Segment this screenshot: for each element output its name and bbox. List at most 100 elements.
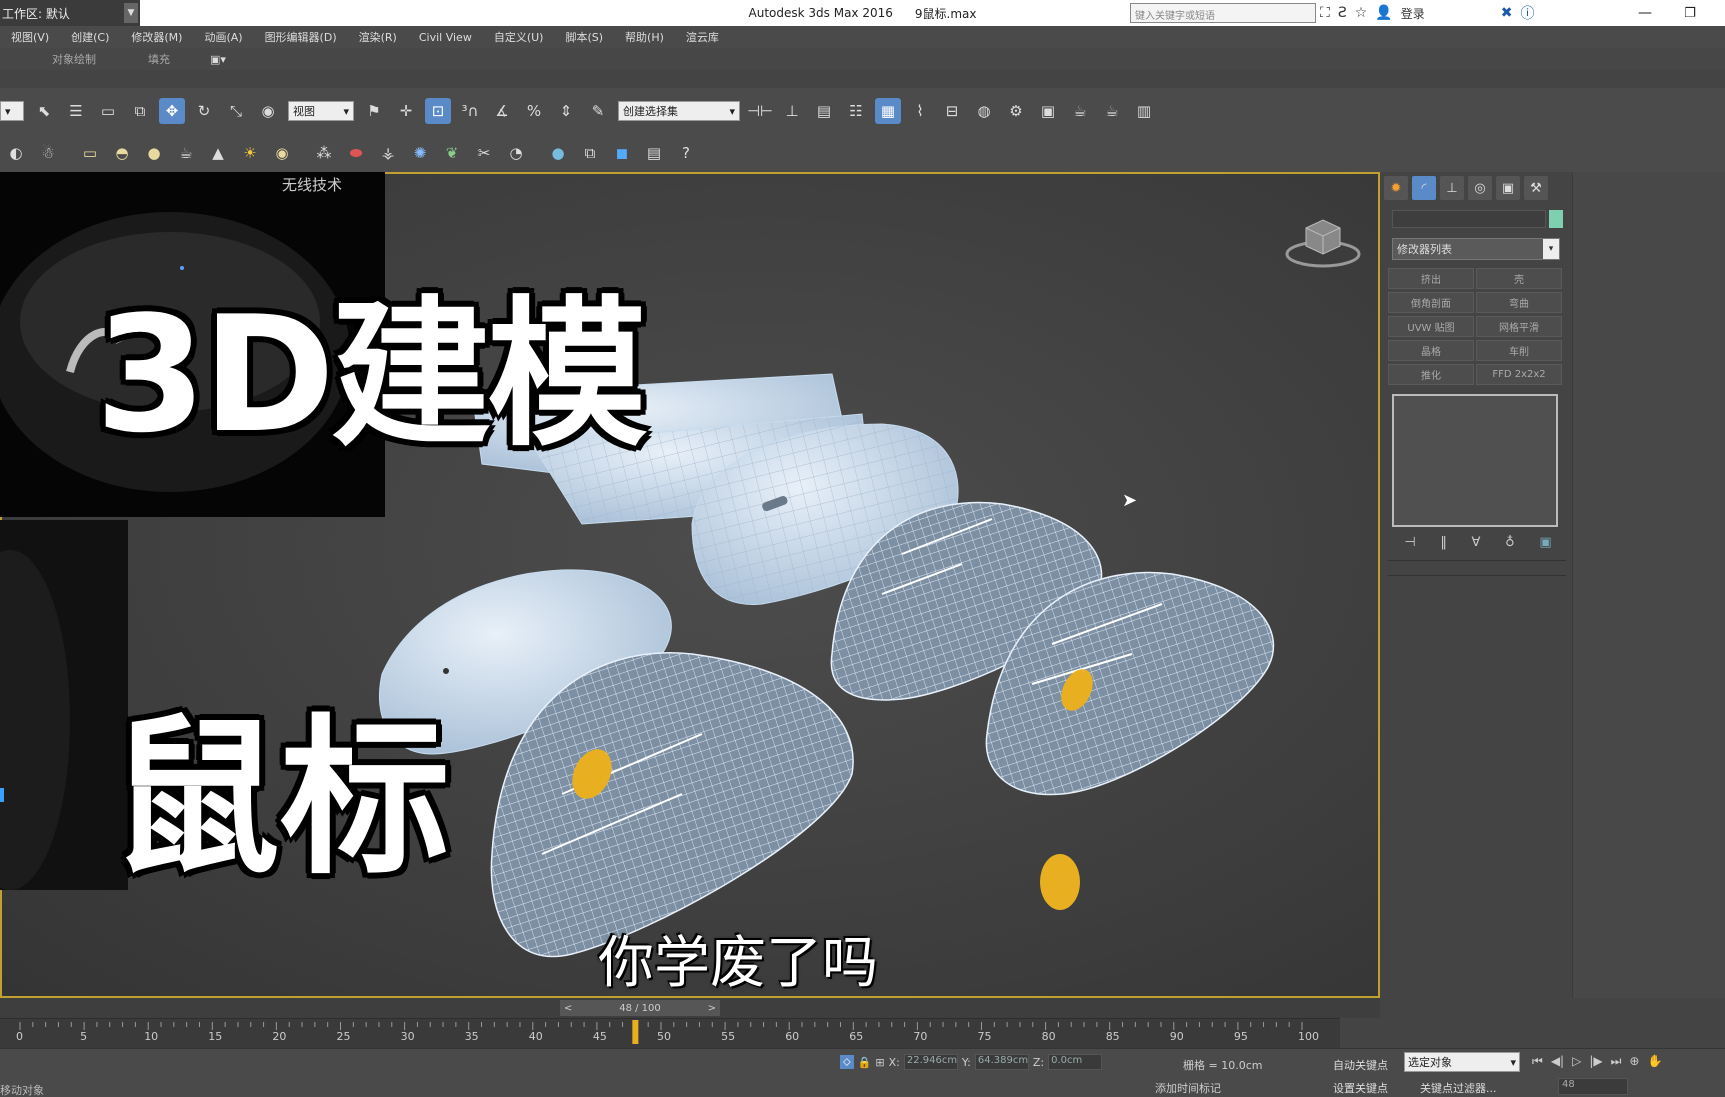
star-icon[interactable]: ☆ [1355,5,1368,21]
particles-icon[interactable]: ✺ [407,140,433,166]
current-frame-field[interactable]: 48 [1558,1078,1628,1095]
sun-icon[interactable]: ☀ [237,140,263,166]
helix-icon[interactable]: ◐ [3,140,29,166]
next-frame-icon[interactable]: |▶ [1589,1054,1602,1069]
edit-named-selection-icon[interactable]: ✎ [585,98,611,124]
placement-icon[interactable]: ◉ [255,98,281,124]
modifier-push-button[interactable]: 推化 [1388,364,1474,385]
restore-button[interactable]: ❐ [1675,0,1705,26]
align-icon[interactable]: ⊥ [779,98,805,124]
key-selection-dropdown[interactable]: 选定对象 ▾ [1404,1052,1520,1072]
modifier-bend-button[interactable]: 弯曲 [1476,292,1562,313]
chevron-right-icon[interactable]: > [708,1003,716,1014]
menu-help[interactable]: 帮助(H) [614,29,675,45]
key-filters-button[interactable]: 关键点过滤器... [1420,1080,1497,1096]
menu-rendering[interactable]: 渲染(R) [348,29,408,45]
isolate-icon[interactable]: ⬦ [840,1055,854,1069]
view-cube[interactable] [1284,210,1362,270]
configure-modifier-icon[interactable]: ▣ [1539,535,1551,550]
object-name-field[interactable] [1392,210,1546,228]
modifier-extrude-button[interactable]: 挤出 [1388,268,1474,289]
display-tab-icon[interactable]: ▣ [1496,176,1520,200]
make-unique-icon[interactable]: ∀ [1472,535,1481,550]
render-production-icon[interactable]: ☕ [1099,98,1125,124]
graphite-toolset-icon[interactable]: ▦ [875,98,901,124]
menu-graph-editors[interactable]: 图形编辑器(D) [254,29,348,45]
create-tab-icon[interactable]: ✹ [1384,176,1408,200]
exchange-icon[interactable]: ✖ [1501,5,1513,21]
stack-icon[interactable]: ▤ [641,140,667,166]
menu-view[interactable]: 视图(V) [0,29,60,45]
select-manipulate-icon[interactable]: ✛ [393,98,419,124]
modifier-shell-button[interactable]: 壳 [1476,268,1562,289]
menu-customize[interactable]: 自定义(U) [483,29,555,45]
cloth-icon[interactable]: ◔ [503,140,529,166]
reference-coordinate-dropdown[interactable]: 视图 ▾ [288,101,354,121]
bones-icon[interactable]: ⚶ [375,140,401,166]
modifier-lathe-button[interactable]: 车削 [1476,340,1562,361]
zoom-extents-icon[interactable]: ⊕ [1629,1054,1639,1069]
lock-icon[interactable]: 🔒 [858,1056,872,1069]
select-by-name-icon[interactable]: ☰ [63,98,89,124]
modifier-uvw-map-button[interactable]: UVW 贴图 [1388,316,1474,337]
modifier-stack[interactable] [1392,394,1558,527]
hierarchy-tab-icon[interactable]: ⊥ [1440,176,1464,200]
hemisphere-icon[interactable]: ◓ [109,140,135,166]
globe-icon[interactable]: ● [545,140,571,166]
hair-icon[interactable]: ⁂ [311,140,337,166]
menu-create[interactable]: 创建(C) [60,29,120,45]
binoculars-icon[interactable]: ⛶ [1320,5,1330,21]
cone-icon[interactable]: ▲ [205,140,231,166]
modifier-bevel-profile-button[interactable]: 倒角剖面 [1388,292,1474,313]
user-icon[interactable]: 👤 [1375,5,1392,21]
foliage-icon[interactable]: ❦ [439,140,465,166]
ribbon-toggle-icon[interactable]: ▣▾ [210,53,226,66]
play-icon[interactable]: ▷ [1572,1054,1581,1069]
menu-civil-view[interactable]: Civil View [408,31,483,44]
y-coordinate-field[interactable]: 64.389cm [974,1054,1029,1070]
pin-stack-icon[interactable]: ⊣ [1404,535,1415,550]
z-coordinate-field[interactable]: 0.0cm [1048,1054,1103,1070]
snap-toggle-icon[interactable]: ³∩ [457,98,483,124]
motion-tab-icon[interactable]: ◎ [1468,176,1492,200]
search-input[interactable]: 键入关键字或短语 [1130,3,1316,23]
rect-selection-icon[interactable]: ▭ [95,98,121,124]
help-icon[interactable]: ⓘ [1520,3,1534,23]
time-slider-handle[interactable]: < 48 / 100 > [560,1000,720,1016]
ribbon-fill[interactable]: 填充 [148,51,170,67]
modifier-ffd-button[interactable]: FFD 2x2x2 [1476,364,1562,385]
menu-modifiers[interactable]: 修改器(M) [120,29,193,45]
modify-tab-icon[interactable]: ◜ [1412,176,1436,200]
auto-key-button[interactable]: 自动关键点 [1333,1057,1388,1073]
sphere-icon[interactable]: ● [141,140,167,166]
rendered-frame-icon[interactable]: ▣ [1035,98,1061,124]
go-to-end-icon[interactable]: ⏭ [1611,1054,1622,1069]
hair-fur-icon[interactable]: ✂ [471,140,497,166]
clone-icon[interactable]: ⧉ [577,140,603,166]
menu-render-cloud[interactable]: 渲云库 [675,29,730,45]
material-editor-icon[interactable]: ◍ [971,98,997,124]
keyboard-shortcut-icon[interactable]: ⊡ [425,98,451,124]
x-coordinate-field[interactable]: 22.946cm [903,1054,958,1070]
workspace-selector[interactable]: 工作区: 默认 [0,0,140,26]
ribbon-object-paint[interactable]: 对象绘制 [52,51,96,67]
teapot-icon[interactable]: ☕ [173,140,199,166]
scale-icon[interactable]: ⤡ [223,98,249,124]
light-icon[interactable]: ◉ [269,140,295,166]
utilities-tab-icon[interactable]: ⚒ [1524,176,1548,200]
modifier-meshsmooth-button[interactable]: 网格平滑 [1476,316,1562,337]
object-color-swatch[interactable] [1549,210,1563,228]
loose-scroll-wheel[interactable] [1040,854,1080,910]
container-icon[interactable]: ◼ [609,140,635,166]
chevron-left-icon[interactable]: < [564,1003,572,1014]
help-icon[interactable]: ? [673,140,699,166]
biped-icon[interactable]: ☃ [35,140,61,166]
window-crossing-icon[interactable]: ⧉ [127,98,153,124]
render-icon[interactable]: ☕ [1067,98,1093,124]
spinner-snap-icon[interactable]: ⇕ [553,98,579,124]
minimize-button[interactable]: — [1630,0,1660,26]
render-iterative-icon[interactable]: ▥ [1131,98,1157,124]
absolute-mode-icon[interactable]: ⊞ [875,1056,884,1069]
modifier-lattice-button[interactable]: 晶格 [1388,340,1474,361]
add-time-tag[interactable]: 添加时间标记 [1155,1080,1221,1096]
